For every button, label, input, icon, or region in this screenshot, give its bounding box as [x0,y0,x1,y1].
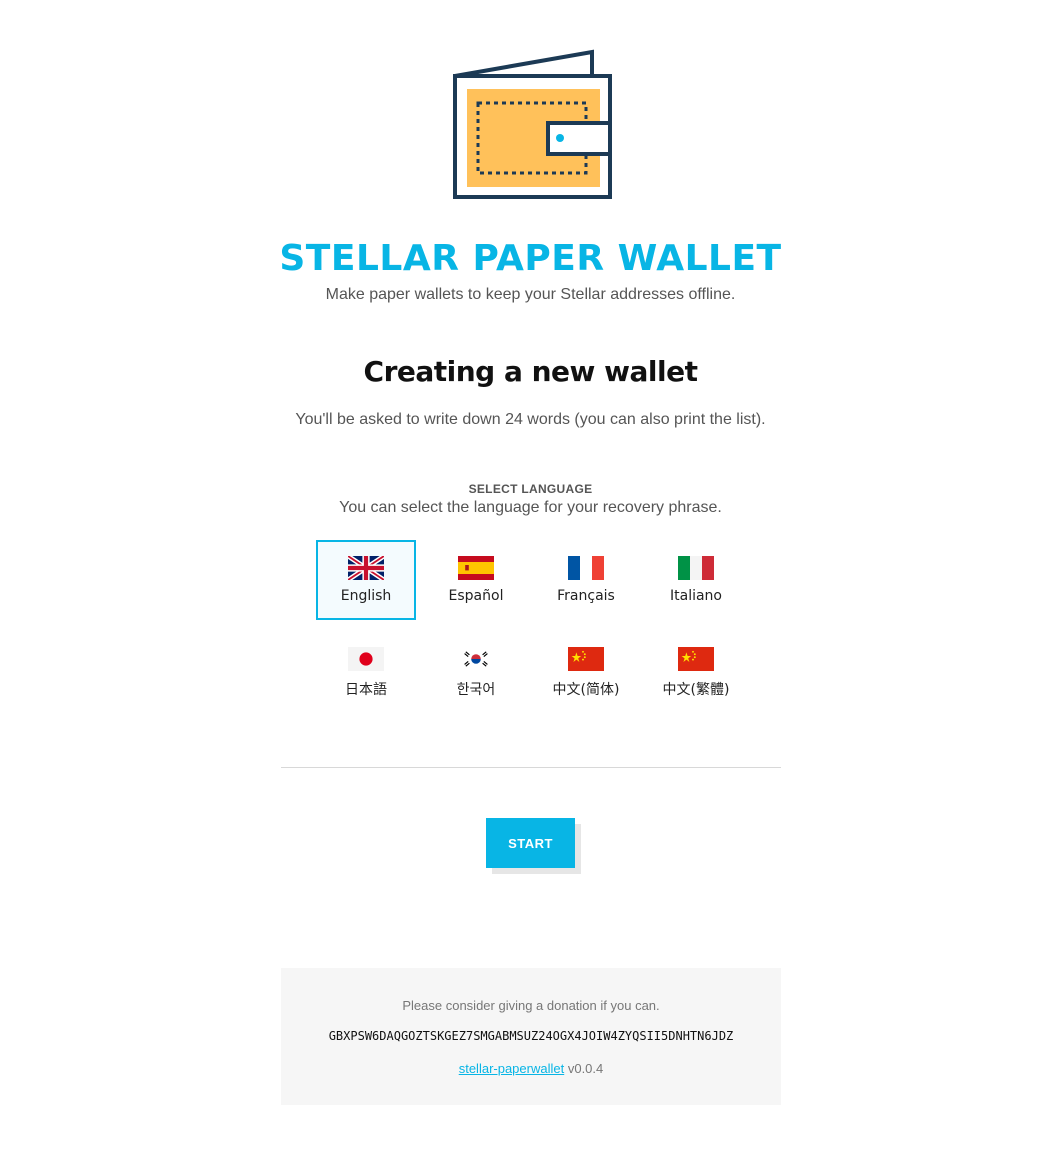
korea-flag-icon [458,647,494,671]
language-option-french[interactable]: Français [536,540,636,620]
start-button[interactable]: START [486,818,575,868]
language-option-chinese-traditional[interactable]: 中文(繁體) [646,631,746,711]
language-label: Français [557,588,615,604]
language-option-korean[interactable]: 한국어 [426,631,526,711]
page-description: You'll be asked to write down 24 words (… [295,411,766,428]
language-label: English [340,588,392,604]
france-flag-icon [568,556,604,580]
version-label: v0.0.4 [567,1061,604,1076]
language-option-chinese-simplified[interactable]: 中文(简体) [536,631,636,711]
donation-address: GBXPSW6DAQGOZTSKGEZ7SMGABMSUZ24OGX4JOIW4… [328,1029,734,1043]
spain-flag-icon [458,556,494,580]
language-option-english[interactable]: English [316,540,416,620]
language-label: 日本語 [345,682,387,698]
language-selector: English Español Français Italiano 日本語 한국… [316,540,756,711]
divider [281,767,781,768]
uk-flag-icon [348,556,384,580]
language-option-japanese[interactable]: 日本語 [316,631,416,711]
italy-flag-icon [678,556,714,580]
language-heading: SELECT LANGUAGE [468,482,593,496]
app-subtitle: Make paper wallets to keep your Stellar … [325,286,736,303]
app-title: STELLAR PAPER WALLET [279,238,782,279]
language-label: 中文(简体) [552,682,620,698]
language-option-italian[interactable]: Italiano [646,540,746,620]
language-label: 한국어 [456,682,496,698]
project-link[interactable]: stellar-paperwallet [459,1061,565,1076]
footer-meta: stellar-paperwallet v0.0.4 [281,1061,781,1076]
language-description: You can select the language for your rec… [339,499,722,516]
japan-flag-icon [348,647,384,671]
china-flag-icon [568,647,604,671]
language-label: Italiano [670,588,722,604]
page-title: Creating a new wallet [363,355,698,388]
language-label: Español [448,588,504,604]
wallet-icon [453,49,612,199]
language-option-spanish[interactable]: Español [426,540,526,620]
language-label: 中文(繁體) [662,682,730,698]
donation-footer: Please consider giving a donation if you… [281,968,781,1105]
donation-note: Please consider giving a donation if you… [402,998,660,1013]
china-flag-icon [678,647,714,671]
